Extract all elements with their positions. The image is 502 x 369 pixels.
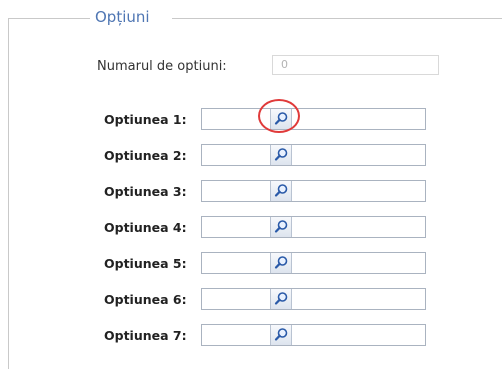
frame-border-top-left [8, 18, 90, 19]
option-row-3: Optiunea 3: [0, 180, 502, 204]
lookup-button-5[interactable] [270, 253, 292, 273]
option-input-4[interactable] [201, 216, 426, 238]
option-row-4: Optiunea 4: [0, 216, 502, 240]
lookup-button-4[interactable] [270, 217, 292, 237]
option-input-2[interactable] [201, 144, 426, 166]
lookup-button-6[interactable] [270, 289, 292, 309]
option-label: Optiunea 2: [104, 148, 187, 163]
search-icon [274, 148, 288, 161]
option-label: Optiunea 4: [104, 220, 187, 235]
search-icon [274, 184, 288, 197]
search-icon [274, 220, 288, 233]
lookup-button-3[interactable] [270, 181, 292, 201]
option-input-1[interactable] [201, 108, 426, 130]
options-count-input[interactable]: 0 [272, 55, 439, 75]
option-input-6[interactable] [201, 288, 426, 310]
search-icon [274, 328, 288, 341]
search-icon [274, 112, 288, 125]
option-input-3[interactable] [201, 180, 426, 202]
option-label: Optiunea 3: [104, 184, 187, 199]
search-icon [274, 256, 288, 269]
option-row-2: Optiunea 2: [0, 144, 502, 168]
option-row-1: Optiunea 1: [0, 108, 502, 132]
option-row-5: Optiunea 5: [0, 252, 502, 276]
option-label: Optiunea 1: [104, 112, 187, 127]
lookup-button-7[interactable] [270, 325, 292, 345]
option-label: Optiunea 6: [104, 292, 187, 307]
options-count-label: Numarul de optiuni: [97, 59, 227, 74]
option-label: Optiunea 7: [104, 328, 187, 343]
option-label: Optiunea 5: [104, 256, 187, 271]
options-panel: Opțiuni Numarul de optiuni: 0 Optiunea 1… [0, 0, 502, 369]
option-input-5[interactable] [201, 252, 426, 274]
option-row-6: Optiunea 6: [0, 288, 502, 312]
section-legend: Opțiuni [95, 8, 150, 26]
option-row-7: Optiunea 7: [0, 324, 502, 348]
lookup-button-1[interactable] [270, 109, 292, 129]
search-icon [274, 292, 288, 305]
option-input-7[interactable] [201, 324, 426, 346]
lookup-button-2[interactable] [270, 145, 292, 165]
frame-border-top-right [172, 18, 502, 19]
